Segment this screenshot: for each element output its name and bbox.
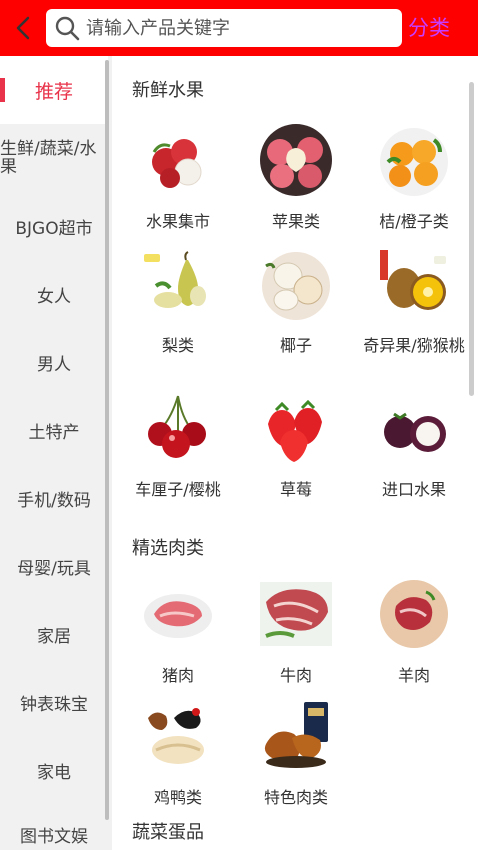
product-beef[interactable]: 牛肉 <box>241 576 351 688</box>
product-label: 猪肉 <box>161 666 194 685</box>
product-oranges[interactable]: 桔/橙子类 <box>359 122 469 234</box>
sidebar-item-fresh[interactable]: 生鲜/蔬菜/水果 <box>0 124 108 192</box>
product-label: 梨类 <box>161 336 194 355</box>
sidebar-item-appliances[interactable]: 家电 <box>0 736 108 804</box>
product-apples[interactable]: 苹果类 <box>241 122 351 234</box>
sidebar-scrollbar[interactable] <box>105 60 109 820</box>
search-box[interactable] <box>46 9 402 47</box>
product-label: 羊肉 <box>397 666 430 685</box>
product-label: 特色肉类 <box>263 788 328 807</box>
sidebar-item-men[interactable]: 男人 <box>0 328 108 396</box>
pear-icon <box>144 251 206 308</box>
product-pears[interactable]: 梨类 <box>123 246 233 358</box>
product-label: 进口水果 <box>381 480 446 499</box>
orange-icon <box>380 128 448 196</box>
back-button[interactable] <box>8 10 40 46</box>
specialty-meat-icon <box>264 702 328 768</box>
kiwi-icon <box>380 250 446 310</box>
apple-icon <box>260 124 332 196</box>
product-strawberries[interactable]: 草莓 <box>241 390 351 502</box>
product-label: 水果集市 <box>145 212 210 231</box>
category-button[interactable]: 分类 <box>408 12 474 44</box>
sidebar-item-books[interactable]: 图书文娱 <box>0 800 108 850</box>
product-label: 桔/橙子类 <box>379 212 449 231</box>
sidebar-item-local-specialty[interactable]: 土特产 <box>0 396 108 464</box>
sidebar-item-phones-digital[interactable]: 手机/数码 <box>0 464 108 532</box>
search-input[interactable] <box>86 9 396 47</box>
section-title-meat: 精选肉类 <box>132 538 204 559</box>
strawberry-icon <box>268 399 322 462</box>
product-label: 鸡鸭类 <box>153 788 202 807</box>
product-cherries[interactable]: 车厘子/樱桃 <box>123 390 233 502</box>
product-label: 草莓 <box>279 480 312 499</box>
product-specialty-meat[interactable]: 特色肉类 <box>241 698 351 810</box>
sidebar-item-women[interactable]: 女人 <box>0 260 108 328</box>
product-kiwi[interactable]: 奇异果/猕猴桃 <box>359 246 469 358</box>
product-label: 椰子 <box>279 336 312 355</box>
mangosteen-icon <box>384 412 446 452</box>
category-sidebar[interactable]: 推荐 生鲜/蔬菜/水果 BJGO超市 女人 男人 土特产 手机/数码 母婴/玩具… <box>0 56 112 850</box>
cherry-icon <box>148 395 206 458</box>
lychee-icon <box>152 139 202 188</box>
pork-icon <box>144 594 212 638</box>
beef-icon <box>260 582 332 646</box>
mutton-icon <box>380 580 448 648</box>
product-label: 牛肉 <box>279 666 312 685</box>
top-bar: 分类 <box>0 0 478 56</box>
section-title-fruit: 新鲜水果 <box>132 80 204 101</box>
chevron-left-icon <box>16 16 30 40</box>
product-imported-fruit[interactable]: 进口水果 <box>359 390 469 502</box>
sidebar-item-bjgo-supermarket[interactable]: BJGO超市 <box>0 192 108 260</box>
sidebar-item-watches-jewelry[interactable]: 钟表珠宝 <box>0 668 108 736</box>
poultry-icon <box>148 708 204 764</box>
product-mutton[interactable]: 羊肉 <box>359 576 469 688</box>
product-pork[interactable]: 猪肉 <box>123 576 233 688</box>
content-scrollbar[interactable] <box>469 82 474 396</box>
category-content[interactable]: 新鲜水果 水果集市 苹果类 桔/橙子类 梨类 椰子 奇异果/猕猴桃 车厘子/樱桃… <box>112 56 478 850</box>
product-poultry[interactable]: 鸡鸭类 <box>123 698 233 810</box>
coconut-icon <box>262 252 330 320</box>
product-fruit-market[interactable]: 水果集市 <box>123 122 233 234</box>
product-coconut[interactable]: 椰子 <box>241 246 351 358</box>
sidebar-item-baby-toys[interactable]: 母婴/玩具 <box>0 532 108 600</box>
product-label: 奇异果/猕猴桃 <box>363 336 465 355</box>
product-label: 车厘子/樱桃 <box>135 480 221 499</box>
sidebar-item-recommended[interactable]: 推荐 <box>0 56 108 124</box>
search-icon <box>55 16 80 41</box>
product-label: 苹果类 <box>271 212 320 231</box>
section-title-vegetables-eggs: 蔬菜蛋品 <box>132 822 204 843</box>
sidebar-item-home[interactable]: 家居 <box>0 600 108 668</box>
